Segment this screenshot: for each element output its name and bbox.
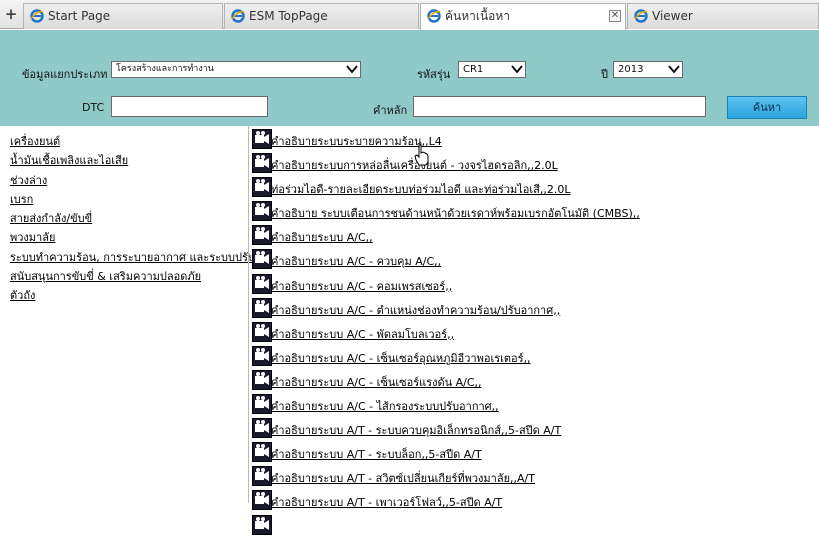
- ie-icon: [427, 9, 441, 23]
- result-link[interactable]: ท่อร่วมไอดี-รายละเอียดระบบท่อร่วมไอดี แล…: [271, 183, 571, 196]
- category-link[interactable]: สนับสนุนการขับขี่ & เสริมความปลอดภัย: [10, 267, 255, 286]
- video-document-icon: [252, 442, 272, 463]
- video-document-icon: [252, 321, 272, 342]
- model-select[interactable]: CR1: [458, 61, 526, 78]
- search-panel: ข้อมูลแยกประเภท โครงสร้างและการทำงาน รหั…: [0, 30, 819, 126]
- video-document-icon: [252, 201, 272, 222]
- category-link[interactable]: ตัวถัง: [10, 286, 255, 305]
- hand-cursor-icon: [414, 144, 429, 166]
- video-document-icon: [252, 369, 272, 390]
- category-link[interactable]: พวงมาลัย: [10, 228, 255, 247]
- video-document-icon: [252, 514, 272, 535]
- tab-search-content[interactable]: ค้นหาเนื้อหา ✕: [420, 3, 626, 30]
- category-link[interactable]: น้ำมันเชื้อเพลิงและไอเสีย: [10, 151, 255, 170]
- category-list: เครื่องยนต์ น้ำมันเชื้อเพลิงและไอเสีย ช่…: [10, 132, 255, 306]
- ie-icon: [30, 9, 44, 23]
- category-link[interactable]: เบรก: [10, 190, 255, 209]
- keyword-label: คำหลัก: [373, 104, 408, 117]
- category-link[interactable]: สายส่งกำลัง/ขับขี่: [10, 209, 255, 228]
- result-link[interactable]: คำอธิบายระบบ A/T - สวิตซ์เปลี่ยนเกียร์ที…: [271, 472, 535, 485]
- year-select-value: 2013: [618, 64, 644, 75]
- video-document-icon: [252, 153, 272, 174]
- tab-viewer[interactable]: Viewer: [627, 3, 819, 29]
- video-document-icon: [252, 273, 272, 294]
- chevron-down-icon: [511, 65, 523, 74]
- search-button[interactable]: ค้นหา: [727, 96, 807, 119]
- tab-label: Start Page: [48, 9, 111, 23]
- result-link[interactable]: คำอธิบายระบบ A/C - เซ็นเซอร์แรงดัน A/C,,: [271, 376, 482, 389]
- dtc-input[interactable]: [111, 96, 268, 117]
- tab-esm-toppage[interactable]: ESM TopPage: [224, 3, 419, 29]
- model-label: รหัสรุ่น: [417, 68, 451, 81]
- browser-tab-bar: + Start Page ESM TopPage ค้นหาเนื้อหา ✕ …: [0, 0, 819, 30]
- year-label: ปี: [601, 68, 608, 81]
- video-document-icon: [252, 177, 272, 198]
- category-select[interactable]: โครงสร้างและการทำงาน: [111, 61, 361, 78]
- category-link[interactable]: ระบบทำความร้อน, การระบายอากาศ และระบบปรั…: [10, 248, 255, 267]
- category-select-value: โครงสร้างและการทำงาน: [116, 64, 214, 74]
- video-document-icon: [252, 418, 272, 439]
- result-link[interactable]: คำอธิบายระบบ A/C - ไส้กรองระบบปรับอากาศ,…: [271, 400, 499, 413]
- close-icon[interactable]: ✕: [609, 10, 621, 22]
- video-document-icon: [252, 249, 272, 270]
- tab-start-page[interactable]: Start Page: [23, 3, 223, 29]
- result-link[interactable]: คำอธิบายระบบ A/C - ตำแหน่งช่องทำความร้อน…: [271, 304, 560, 317]
- chevron-down-icon: [668, 65, 680, 74]
- video-document-icon: [252, 394, 272, 415]
- result-link[interactable]: คำอธิบายระบบ A/T - ระบบควบคุมอิเล็กทรอนิ…: [271, 424, 561, 437]
- ie-icon: [634, 9, 648, 23]
- category-link[interactable]: เครื่องยนต์: [10, 132, 255, 151]
- video-document-icon: [252, 129, 272, 149]
- result-link[interactable]: คำอธิบายระบบ A/C - เซ็นเซอร์อุณหภูมิอีวา…: [271, 352, 531, 365]
- video-document-icon: [252, 490, 272, 511]
- result-link[interactable]: คำอธิบายระบบ A/C - ควบคุม A/C,,: [271, 255, 441, 268]
- keyword-input[interactable]: [413, 96, 706, 117]
- tab-label: ค้นหาเนื้อหา: [445, 9, 511, 23]
- ie-icon: [231, 9, 245, 23]
- tab-label: Viewer: [652, 9, 693, 23]
- result-link[interactable]: คำอธิบายระบบ A/C - พัดลมโบลเวอร์,,: [271, 328, 454, 341]
- result-link[interactable]: คำอธิบายระบบ A/C - คอมเพรสเซอร์,,: [271, 280, 452, 293]
- dtc-label: DTC: [82, 101, 105, 114]
- video-document-icon: [252, 345, 272, 366]
- video-document-icon: [252, 225, 272, 246]
- result-link[interactable]: คำอธิบายระบบ A/C,,: [271, 231, 373, 244]
- chevron-down-icon: [346, 65, 358, 74]
- result-link[interactable]: คำอธิบายระบบ A/T - ระบบล็อก,,5-สปีด A/T: [271, 448, 482, 461]
- video-document-icon: [252, 297, 272, 318]
- category-link[interactable]: ช่วงล่าง: [10, 171, 255, 190]
- category-label: ข้อมูลแยกประเภท: [22, 68, 108, 81]
- pane-divider[interactable]: [248, 126, 249, 503]
- content-area: เครื่องยนต์ น้ำมันเชื้อเพลิงและไอเสีย ช่…: [0, 126, 819, 535]
- tab-label: ESM TopPage: [249, 9, 328, 23]
- year-select[interactable]: 2013: [613, 61, 683, 78]
- result-link[interactable]: คำอธิบาย ระบบเตือนการชนด้านหน้าด้วยเรดาห…: [271, 207, 640, 220]
- model-select-value: CR1: [463, 64, 484, 75]
- plus-icon[interactable]: +: [3, 6, 19, 22]
- video-document-icon: [252, 466, 272, 487]
